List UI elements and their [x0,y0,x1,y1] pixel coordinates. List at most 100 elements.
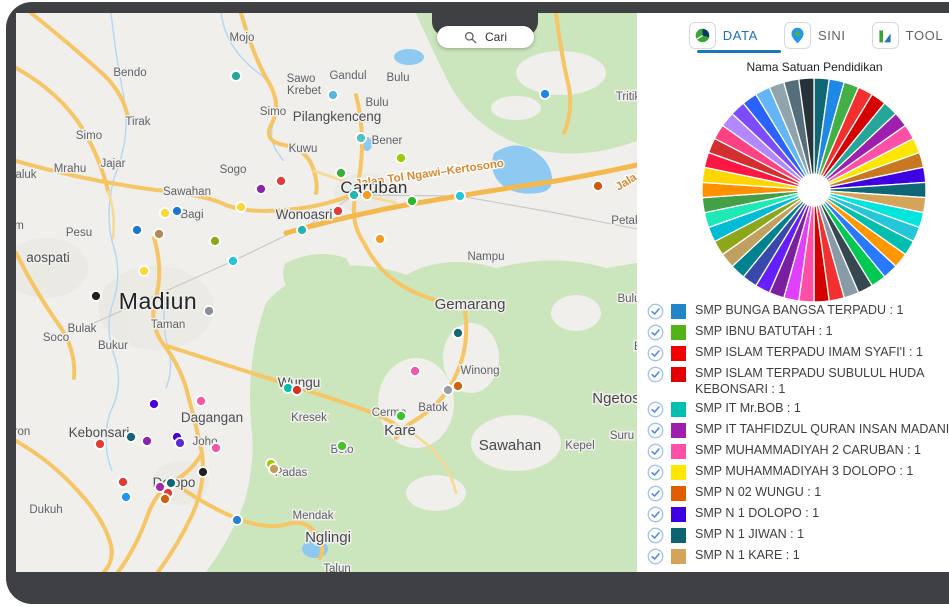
checkbox-checked-icon[interactable] [647,464,664,481]
map-label: Bulu [386,72,409,84]
map-marker[interactable] [396,153,406,163]
checkbox-checked-icon[interactable] [647,324,664,341]
legend-color-swatch [671,507,686,522]
map-marker[interactable] [336,168,346,178]
map-marker[interactable] [256,184,266,194]
legend-item[interactable]: SMP N 1 JIWAN : 1 [647,527,949,544]
map-marker[interactable] [410,366,420,376]
legend-item[interactable]: SMP MUHAMMADIYAH 3 DOLOPO : 1 [647,464,949,481]
checkbox-checked-icon[interactable] [647,548,664,565]
legend-item[interactable]: SMP ISLAM TERPADU IMAM SYAFI'I : 1 [647,345,949,362]
map-label: Sawo [287,73,316,85]
map-label: Mojo [230,32,255,44]
map-marker[interactable] [175,438,185,448]
legend-item[interactable]: SMP BUNGA BANGSA TERPADU : 1 [647,303,949,320]
map-marker[interactable] [149,399,159,409]
tab-data-label: DATA [723,28,758,43]
map-marker[interactable] [132,225,142,235]
map-label: Talun [323,563,351,572]
map-marker[interactable] [349,190,359,200]
checkbox-checked-icon[interactable] [647,506,664,523]
legend-color-swatch [671,465,686,480]
map-marker[interactable] [198,467,208,477]
app-content: Jalan Tol Ngawi–KertosonoJala MojoBendoS… [16,13,949,572]
map-marker[interactable] [328,90,338,100]
map-marker[interactable] [154,229,164,239]
map-marker[interactable] [276,176,286,186]
map-marker[interactable] [337,441,347,451]
map-canvas[interactable]: Jalan Tol Ngawi–KertosonoJala MojoBendoS… [16,13,637,572]
checkbox-checked-icon[interactable] [647,485,664,502]
map-marker[interactable] [292,385,302,395]
map-marker[interactable] [297,225,307,235]
checkbox-checked-icon[interactable] [647,401,664,418]
map-marker[interactable] [396,411,406,421]
map-marker[interactable] [453,328,463,338]
map-container[interactable]: Jalan Tol Ngawi–KertosonoJala MojoBendoS… [16,13,637,572]
map-marker[interactable] [91,291,101,301]
map-marker[interactable] [95,439,105,449]
map-label: Madiun [119,288,197,314]
map-marker[interactable] [172,206,182,216]
map-label: Bulu [617,293,637,305]
map-marker[interactable] [204,306,214,316]
map-label: Kare [384,422,416,439]
map-marker[interactable] [540,89,550,99]
map-marker[interactable] [121,492,131,502]
map-marker[interactable] [333,206,343,216]
map-marker[interactable] [160,494,170,504]
legend-item[interactable]: SMP MUHAMMADIYAH 2 CARUBAN : 1 [647,443,949,460]
map-marker[interactable] [356,133,366,143]
map-marker[interactable] [196,396,206,406]
checkbox-checked-icon[interactable] [647,345,664,362]
map-marker[interactable] [228,256,238,266]
map-label: Mrahu [54,163,87,175]
map-marker[interactable] [160,208,170,218]
tab-tool[interactable]: TOOL [872,22,944,49]
map-label: Simo [76,130,102,142]
legend-item[interactable]: SMP IT TAHFIDZUL QURAN INSAN MADANI : 1 [647,422,949,439]
legend-item[interactable]: SMP IBNU BATUTAH : 1 [647,324,949,341]
map-marker[interactable] [126,432,136,442]
map-marker[interactable] [232,515,242,525]
map-marker[interactable] [211,443,221,453]
map-marker[interactable] [210,236,220,246]
tab-data[interactable]: DATA [689,22,758,49]
map-label: Pesu [66,227,92,239]
map-marker[interactable] [142,436,152,446]
legend-label: SMP MUHAMMADIYAH 3 DOLOPO : 1 [695,464,949,480]
map-marker[interactable] [455,191,465,201]
checkbox-checked-icon[interactable] [647,527,664,544]
tab-sini[interactable]: SINI [784,22,846,49]
map-marker[interactable] [269,464,279,474]
pie-chart[interactable] [699,75,929,305]
checkbox-checked-icon[interactable] [647,366,664,383]
map-marker[interactable] [231,71,241,81]
checkbox-checked-icon[interactable] [647,422,664,439]
map-marker[interactable] [236,202,246,212]
map-marker[interactable] [407,196,417,206]
search-box[interactable]: Cari [437,26,534,48]
map-pin-icon [784,22,811,49]
legend-item[interactable]: SMP N 1 KARE : 1 [647,548,949,565]
legend-item[interactable]: SMP N 02 WUNGU : 1 [647,485,949,502]
map-label: Soco [43,332,69,344]
legend-item[interactable]: SMP ISLAM TERPADU SUBULUL HUDA KEBONSARI… [647,366,949,397]
checkbox-checked-icon[interactable] [647,443,664,460]
map-marker[interactable] [443,385,453,395]
map-marker[interactable] [118,477,128,487]
map-marker[interactable] [166,478,176,488]
map-marker[interactable] [139,266,149,276]
checkbox-checked-icon[interactable] [647,303,664,320]
map-marker[interactable] [375,234,385,244]
map-marker[interactable] [593,181,603,191]
legend-label: SMP MUHAMMADIYAH 2 CARUBAN : 1 [695,443,949,459]
legend-color-swatch [671,423,686,438]
side-panel: DATA SINI TOOL [637,13,949,572]
legend-label: SMP N 02 WUNGU : 1 [695,485,949,501]
legend-item[interactable]: SMP IT Mr.BOB : 1 [647,401,949,418]
map-marker[interactable] [362,190,372,200]
map-marker[interactable] [453,381,463,391]
legend-item[interactable]: SMP N 1 DOLOPO : 1 [647,506,949,523]
map-label: aluk [16,169,37,181]
